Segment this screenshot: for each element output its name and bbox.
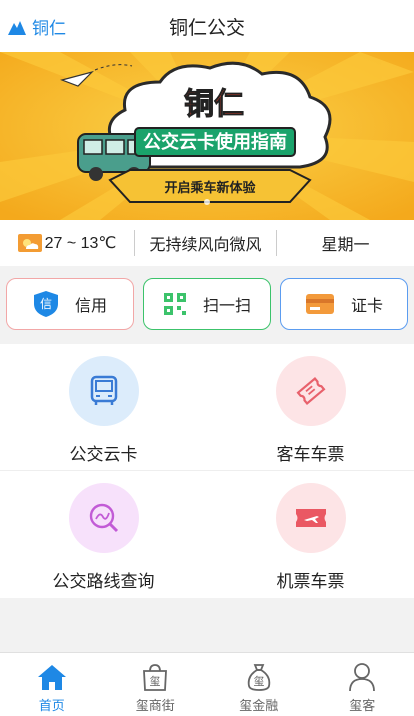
page-title: 铜仁公交 bbox=[168, 18, 245, 39]
weather-temp-cell: 27 ~ 13℃ bbox=[0, 220, 134, 266]
service-label: 客车车票 bbox=[276, 445, 345, 464]
card-button[interactable]: 证卡 bbox=[280, 278, 408, 330]
scan-label: 扫一扫 bbox=[202, 298, 251, 315]
qr-scan-icon bbox=[163, 293, 186, 315]
shopping-bag-icon: 玺 bbox=[143, 664, 168, 691]
tab-label: 玺客 bbox=[349, 698, 376, 713]
service-flight-ticket[interactable]: 机票车票 bbox=[207, 471, 414, 597]
ticket-icon bbox=[296, 377, 325, 405]
shield-icon: 信 bbox=[33, 291, 58, 317]
banner-subtitle: 公交云卡使用指南 bbox=[143, 131, 287, 152]
temperature-text: 27 ~ 13℃ bbox=[44, 235, 117, 252]
user-icon bbox=[349, 663, 376, 692]
bus-icon bbox=[90, 375, 117, 405]
bag-badge-text: 玺 bbox=[150, 675, 161, 688]
top-bar: 铜仁 铜仁公交 bbox=[0, 0, 414, 52]
service-label: 公交路线查询 bbox=[52, 572, 155, 591]
service-route-search[interactable]: 公交路线查询 bbox=[0, 471, 207, 597]
quick-actions: 信 信用 扫一扫 证卡 bbox=[0, 266, 414, 342]
credit-button[interactable]: 信 信用 bbox=[6, 278, 134, 330]
promo-banner[interactable]: 铜仁 公交云卡使用指南 开启乘车新体验 bbox=[0, 52, 414, 220]
service-icon-circle bbox=[68, 356, 139, 426]
scan-button[interactable]: 扫一扫 bbox=[143, 278, 271, 330]
weather-bar: 27 ~ 13℃ 无持续风向微风 星期一 bbox=[0, 220, 414, 266]
credit-label: 信用 bbox=[74, 298, 107, 315]
weekday-text: 星期一 bbox=[321, 237, 370, 254]
banner-ribbon: 开启乘车新体验 bbox=[164, 180, 256, 195]
service-grid: 公交云卡 客车车票 公交路线查询 机票车票 bbox=[0, 344, 414, 598]
home-icon bbox=[37, 665, 66, 690]
tab-label: 玺商街 bbox=[135, 698, 175, 713]
tab-guest[interactable]: 玺客 bbox=[311, 653, 414, 716]
shield-text: 信 bbox=[40, 297, 52, 311]
tab-label: 首页 bbox=[38, 698, 65, 713]
card-label: 证卡 bbox=[350, 298, 383, 315]
service-coach-ticket[interactable]: 客车车票 bbox=[207, 344, 414, 470]
service-label: 机票车票 bbox=[276, 572, 345, 591]
banner-headline: 铜仁 bbox=[184, 88, 244, 121]
service-label: 公交云卡 bbox=[69, 445, 138, 464]
money-bag-icon: 玺 bbox=[247, 664, 270, 691]
tab-home[interactable]: 首页 bbox=[0, 653, 104, 716]
tab-finance[interactable]: 玺 玺金融 bbox=[207, 653, 311, 716]
service-icon-circle bbox=[68, 483, 139, 553]
tab-shop-street[interactable]: 玺 玺商街 bbox=[104, 653, 208, 716]
route-search-icon bbox=[89, 503, 118, 533]
service-icon-circle bbox=[275, 483, 346, 553]
service-bus-card[interactable]: 公交云卡 bbox=[0, 344, 207, 470]
sun-cloud-icon bbox=[17, 234, 42, 252]
carousel-dot bbox=[204, 199, 210, 205]
flight-ticket-icon bbox=[295, 509, 326, 527]
bottom-tab-bar: 首页 玺 玺商街 玺 玺金融 玺客 bbox=[0, 652, 414, 716]
tab-label: 玺金融 bbox=[239, 698, 279, 713]
wind-text: 无持续风向微风 bbox=[149, 237, 262, 254]
money-badge-text: 玺 bbox=[253, 675, 264, 688]
service-icon-circle bbox=[275, 356, 346, 426]
card-icon bbox=[305, 294, 334, 314]
